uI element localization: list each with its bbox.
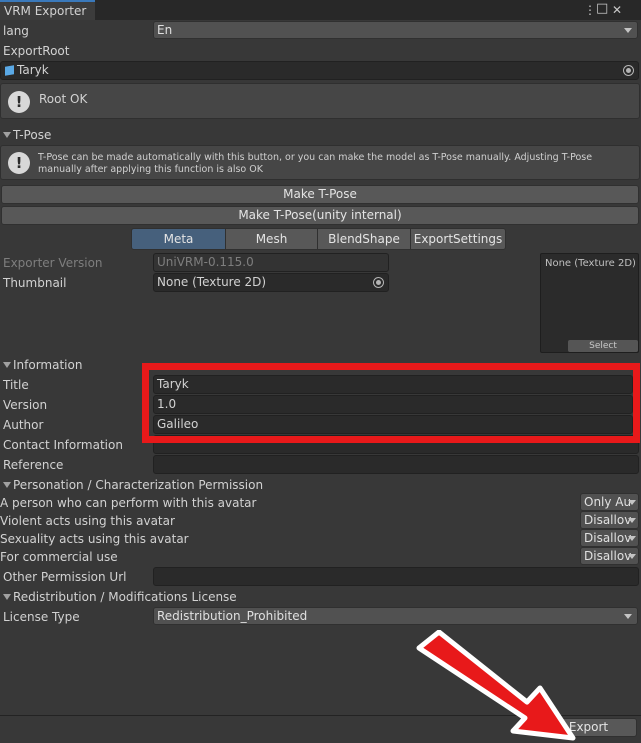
red-arrow-annotation	[416, 630, 576, 741]
root-status-box: ! Root OK	[0, 83, 640, 119]
tpose-help-box: ! T-Pose can be made automatically with …	[0, 145, 640, 180]
chevron-down-icon	[624, 614, 632, 619]
export-root-label: ExportRoot	[3, 44, 70, 58]
foldout-arrow-icon[interactable]	[3, 482, 11, 488]
highlight-box	[142, 363, 640, 443]
sexuality-value: Disallov	[584, 531, 632, 545]
thumbnail-label: Thumbnail	[3, 276, 67, 290]
thumbnail-field[interactable]: None (Texture 2D)	[153, 273, 389, 292]
violent-dropdown[interactable]: Disallov	[580, 511, 639, 529]
chevron-down-icon	[628, 536, 636, 541]
tab-mesh[interactable]: Mesh	[225, 228, 318, 250]
object-picker-icon[interactable]	[373, 277, 384, 288]
thumbnail-select-button[interactable]: Select	[568, 340, 638, 352]
tab-export-settings[interactable]: ExportSettings	[410, 228, 506, 250]
maximize-icon[interactable]: □	[596, 2, 608, 16]
chevron-down-icon	[628, 518, 636, 523]
lang-dropdown[interactable]: En	[153, 21, 638, 39]
author-label: Author	[3, 418, 44, 432]
permission-header[interactable]: Personation / Characterization Permissio…	[13, 478, 263, 492]
version-label: Version	[3, 398, 48, 412]
reference-label: Reference	[3, 458, 64, 472]
close-icon[interactable]: ✕	[612, 3, 622, 17]
chevron-down-icon	[624, 28, 632, 33]
license-type-dropdown[interactable]: Redistribution_Prohibited	[153, 607, 638, 625]
window-title: VRM Exporter	[4, 4, 87, 18]
info-icon: !	[8, 152, 30, 174]
info-icon: !	[8, 91, 30, 113]
thumbnail-preview-text: None (Texture 2D)	[545, 258, 636, 269]
sexuality-dropdown[interactable]: Disallov	[580, 529, 639, 547]
violent-value: Disallov	[584, 513, 632, 527]
license-type-label: License Type	[3, 610, 80, 624]
commercial-dropdown[interactable]: Disallov	[580, 547, 639, 565]
object-picker-icon[interactable]	[623, 65, 634, 76]
license-header[interactable]: Redistribution / Modifications License	[13, 590, 237, 604]
commercial-value: Disallov	[584, 549, 632, 563]
perform-dropdown[interactable]: Only Au	[580, 493, 639, 511]
violent-label: Violent acts using this avatar	[0, 514, 175, 528]
information-header[interactable]: Information	[13, 358, 82, 372]
commercial-label: For commercial use	[0, 550, 118, 564]
chevron-down-icon	[628, 554, 636, 559]
chevron-down-icon	[628, 500, 636, 505]
license-type-value: Redistribution_Prohibited	[157, 609, 308, 623]
foldout-arrow-icon[interactable]	[3, 594, 11, 600]
tab-blendshape[interactable]: BlendShape	[317, 228, 411, 250]
thumbnail-value: None (Texture 2D)	[157, 275, 267, 289]
title-label: Title	[3, 378, 29, 392]
exporter-version-field: UniVRM-0.115.0	[153, 253, 389, 272]
other-permission-url-label: Other Permission Url	[3, 570, 127, 584]
perform-value: Only Au	[584, 495, 632, 509]
window-tab[interactable]: VRM Exporter	[0, 0, 95, 20]
menu-icon[interactable]: ⋮	[584, 3, 596, 17]
title-bar	[0, 0, 641, 20]
tpose-help-text: T-Pose can be made automatically with th…	[38, 152, 593, 175]
exporter-version-label: Exporter Version	[3, 256, 103, 270]
exporter-version-value: UniVRM-0.115.0	[157, 255, 254, 269]
sexuality-label: Sexuality acts using this avatar	[0, 532, 189, 546]
lang-label: lang	[3, 24, 29, 38]
contact-information-label: Contact Information	[3, 438, 123, 452]
tab-meta[interactable]: Meta	[131, 228, 226, 250]
foldout-arrow-icon[interactable]	[3, 132, 11, 138]
make-tpose-internal-button[interactable]: Make T-Pose(unity internal)	[1, 206, 639, 225]
thumbnail-preview[interactable]: None (Texture 2D) Select	[540, 253, 639, 353]
arrow-shape	[416, 630, 576, 741]
export-root-field[interactable]: Taryk	[0, 61, 639, 80]
lang-value: En	[157, 23, 173, 37]
make-tpose-button[interactable]: Make T-Pose	[1, 185, 639, 204]
tpose-header[interactable]: T-Pose	[13, 128, 51, 142]
root-status-text: Root OK	[39, 92, 88, 106]
other-permission-url-field[interactable]	[153, 567, 639, 586]
foldout-arrow-icon[interactable]	[3, 362, 11, 368]
export-root-value: Taryk	[17, 63, 49, 77]
select-label: Select	[589, 341, 617, 351]
perform-label: A person who can perform with this avata…	[0, 496, 257, 510]
cube-icon	[5, 65, 14, 76]
reference-field[interactable]	[153, 455, 639, 474]
